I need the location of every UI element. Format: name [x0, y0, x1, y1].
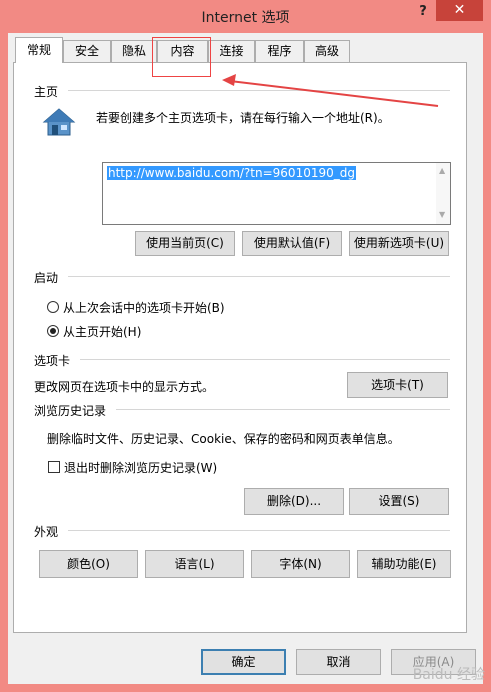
annotation-arrow-icon [222, 74, 439, 107]
dialog-window: Internet 选项 ? ✕ 常规 安全 隐私 内容 连接 程序 高级 主页 [0, 0, 491, 692]
